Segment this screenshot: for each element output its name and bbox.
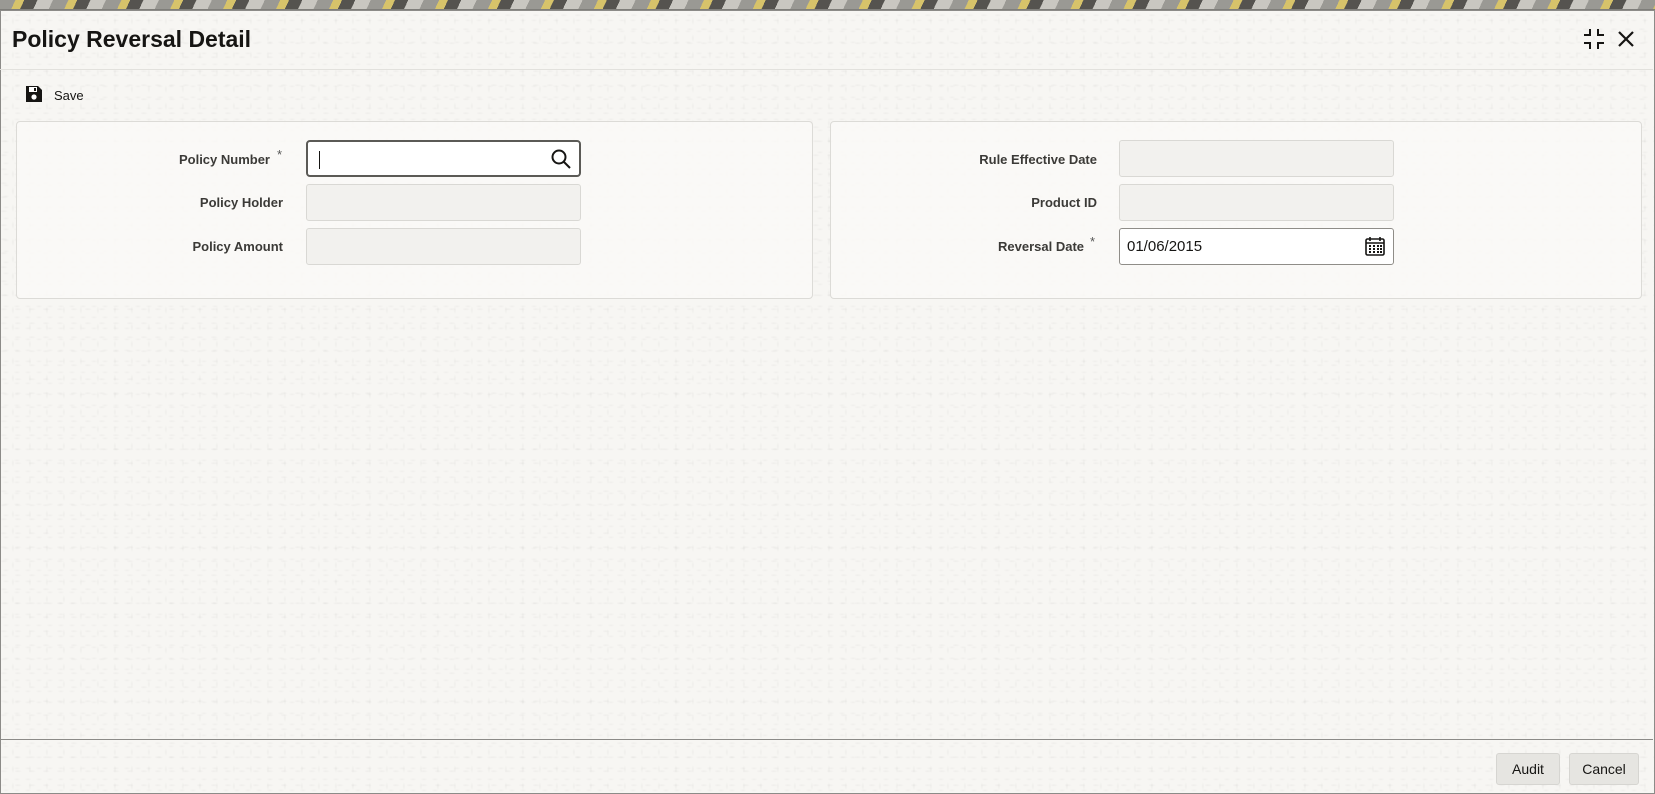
- footer-divider: [0, 739, 1653, 740]
- text-cursor: [319, 151, 320, 169]
- audit-button[interactable]: Audit: [1496, 753, 1560, 785]
- calendar-icon[interactable]: [1364, 235, 1386, 257]
- reversal-date-field[interactable]: [1119, 228, 1394, 265]
- policy-number-label: Policy Number: [178, 152, 270, 167]
- search-icon[interactable]: [550, 148, 572, 170]
- required-marker: *: [1090, 234, 1096, 249]
- policy-holder-label: Policy Holder: [199, 195, 283, 210]
- policy-number-input[interactable]: [308, 142, 579, 175]
- required-marker: *: [277, 147, 283, 162]
- policy-number-field[interactable]: [306, 140, 581, 177]
- title-divider: [0, 69, 1653, 70]
- floppy-disk-icon: [24, 84, 44, 107]
- policy-amount-input: [307, 229, 580, 264]
- policy-amount-label: Policy Amount: [192, 239, 283, 254]
- reversal-date-label: Reversal Date: [998, 239, 1084, 254]
- page-title: Policy Reversal Detail: [12, 26, 252, 52]
- save-label: Save: [54, 87, 84, 103]
- policy-amount-field: [306, 228, 581, 265]
- rule-effective-date-input: [1120, 141, 1393, 176]
- rule-effective-date-field: [1119, 140, 1394, 177]
- policy-holder-field: [306, 184, 581, 221]
- product-id-label: Product ID: [1031, 195, 1097, 210]
- product-id-field: [1119, 184, 1394, 221]
- product-id-input: [1120, 185, 1393, 220]
- header-banner: [0, 0, 1655, 10]
- cancel-button[interactable]: Cancel: [1569, 753, 1639, 785]
- close-icon[interactable]: [1613, 26, 1639, 52]
- maximize-icon[interactable]: [1581, 26, 1607, 52]
- policy-holder-input: [307, 185, 580, 220]
- reversal-date-input[interactable]: [1120, 229, 1393, 264]
- save-button[interactable]: Save: [24, 84, 84, 106]
- rule-effective-date-label: Rule Effective Date: [979, 152, 1097, 167]
